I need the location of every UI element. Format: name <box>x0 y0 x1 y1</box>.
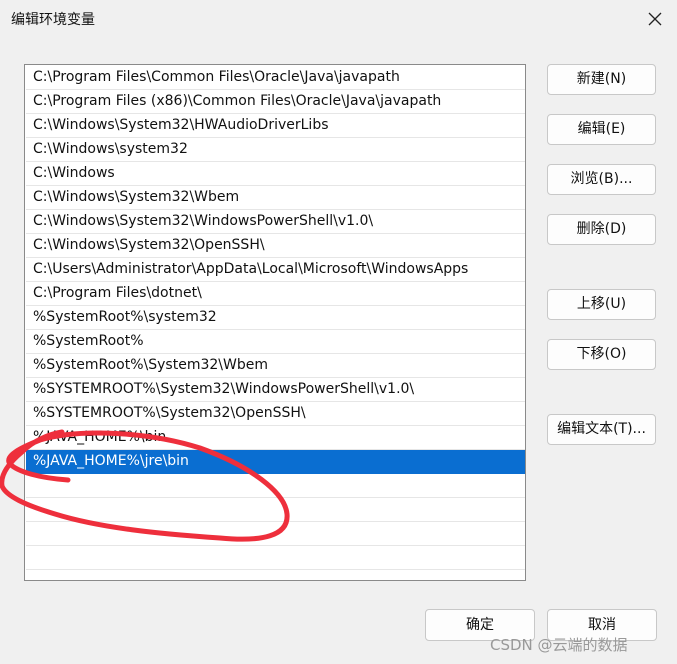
path-list-item[interactable]: C:\Users\Administrator\AppData\Local\Mic… <box>26 258 525 282</box>
delete-button[interactable]: 删除(D) <box>547 214 656 245</box>
path-list-empty-row[interactable] <box>26 546 525 570</box>
title-bar: 编辑环境变量 <box>0 0 677 38</box>
watermark: CSDN @云端的数据 <box>490 636 628 654</box>
edit-button[interactable]: 编辑(E) <box>547 114 656 145</box>
browse-button[interactable]: 浏览(B)... <box>547 164 656 195</box>
path-list-item[interactable]: C:\Windows\System32\Wbem <box>26 186 525 210</box>
path-list-item[interactable]: C:\Windows\System32\HWAudioDriverLibs <box>26 114 525 138</box>
move-up-button[interactable]: 上移(U) <box>547 289 656 320</box>
path-list-empty-row[interactable] <box>26 498 525 522</box>
path-list-item[interactable]: %SYSTEMROOT%\System32\WindowsPowerShell\… <box>26 378 525 402</box>
path-list-item[interactable]: %JAVA_HOME%\bin <box>26 426 525 450</box>
window-title: 编辑环境变量 <box>11 12 95 28</box>
path-list-item[interactable]: %SystemRoot% <box>26 330 525 354</box>
path-list-item[interactable]: C:\Windows\System32\OpenSSH\ <box>26 234 525 258</box>
path-list-item[interactable]: C:\Windows\System32\WindowsPowerShell\v1… <box>26 210 525 234</box>
path-list-item[interactable]: %SystemRoot%\system32 <box>26 306 525 330</box>
path-list[interactable]: C:\Program Files\Common Files\Oracle\Jav… <box>24 64 526 581</box>
path-list-item[interactable]: C:\Windows\system32 <box>26 138 525 162</box>
path-list-item[interactable]: %SystemRoot%\System32\Wbem <box>26 354 525 378</box>
move-down-button[interactable]: 下移(O) <box>547 339 656 370</box>
edit-text-button[interactable]: 编辑文本(T)... <box>547 414 656 445</box>
close-button[interactable] <box>637 3 673 35</box>
new-button[interactable]: 新建(N) <box>547 64 656 95</box>
path-list-empty-row[interactable] <box>26 474 525 498</box>
path-list-empty-row[interactable] <box>26 522 525 546</box>
path-list-item-selected[interactable]: %JAVA_HOME%\jre\bin <box>26 450 525 474</box>
path-list-item[interactable]: C:\Windows <box>26 162 525 186</box>
path-list-item[interactable]: C:\Program Files\Common Files\Oracle\Jav… <box>26 66 525 90</box>
path-list-item[interactable]: %SYSTEMROOT%\System32\OpenSSH\ <box>26 402 525 426</box>
path-list-item[interactable]: C:\Program Files\dotnet\ <box>26 282 525 306</box>
close-icon <box>648 12 662 26</box>
path-list-item[interactable]: C:\Program Files (x86)\Common Files\Orac… <box>26 90 525 114</box>
